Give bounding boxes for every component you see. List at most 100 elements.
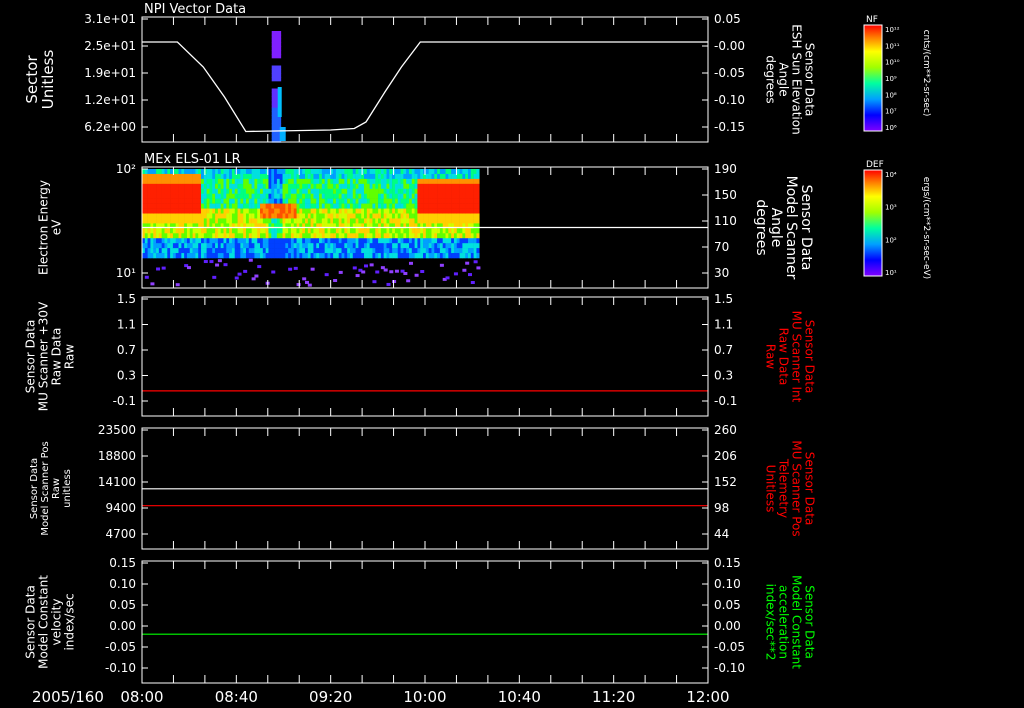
heatmap-cell [262, 233, 266, 239]
heatmap-cell [445, 213, 449, 219]
heatmap-cell [369, 198, 373, 204]
heatmap-cell [206, 203, 210, 209]
y-tick-label: 14100 [98, 475, 136, 489]
heatmap-cell [330, 218, 334, 224]
heatmap-cell [288, 188, 292, 195]
heatmap-cell [229, 193, 233, 199]
heatmap-cell [361, 218, 365, 224]
heatmap-cell [229, 208, 233, 214]
heatmap-cell [462, 169, 466, 175]
heatmap-cell [369, 253, 373, 259]
heatmap-cell [378, 203, 382, 209]
heatmap-cell [156, 253, 160, 259]
heatmap-cell [431, 213, 435, 219]
heatmap-cell [369, 228, 373, 234]
heatmap-cell [453, 183, 458, 190]
heatmap-cell [305, 228, 309, 234]
colorbar-tick-label: 10⁴ [885, 171, 897, 179]
heatmap-cell [307, 198, 311, 204]
heatmap-cell [386, 213, 390, 219]
heatmap-cell [161, 173, 165, 180]
heatmap-cell [262, 198, 266, 204]
heatmap-cell [240, 193, 244, 199]
heatmap-cell [307, 228, 311, 234]
heatmap-cell [358, 243, 362, 249]
heatmap-cell [223, 243, 227, 249]
heatmap-cell [156, 188, 160, 195]
heatmap-cell [442, 208, 446, 214]
heatmap-cell [423, 238, 427, 244]
heatmap-cell [414, 203, 418, 209]
heatmap-cell [324, 198, 328, 204]
heatmap-cell [307, 253, 311, 259]
heatmap-cell [459, 169, 463, 175]
heatmap-cell [251, 213, 255, 219]
heatmap-cell [417, 248, 421, 254]
heatmap-cell [394, 188, 399, 195]
heatmap-cell [184, 183, 188, 190]
heatmap-cell [189, 238, 193, 244]
heatmap-cell [420, 208, 424, 214]
heatmap-cell [439, 169, 444, 175]
heatmap-cell [276, 178, 281, 185]
axis-label: Sensor Data [803, 43, 817, 117]
heatmap-cell [237, 272, 242, 276]
heatmap-cell [408, 228, 413, 234]
heatmap-cell [206, 188, 210, 195]
heatmap-cell [358, 193, 362, 199]
heatmap-cell [313, 253, 317, 259]
heatmap-cell [310, 228, 314, 234]
heatmap-cell [293, 169, 297, 175]
heatmap-cell [448, 208, 452, 214]
heatmap-cell [330, 208, 334, 214]
heatmap-cell [327, 248, 331, 254]
heatmap-cell [248, 173, 252, 180]
heatmap-cell [423, 208, 427, 214]
heatmap-cell [170, 193, 174, 199]
heatmap-cell [195, 178, 199, 185]
heatmap-cell [372, 248, 376, 254]
heatmap-cell [290, 178, 295, 185]
heatmap-cell [425, 183, 429, 190]
heatmap-cell [240, 213, 244, 219]
heatmap-cell [358, 238, 362, 244]
heatmap-cell [361, 213, 365, 219]
heatmap-cell [220, 188, 224, 195]
heatmap-cell [223, 213, 227, 219]
heatmap-cell [456, 248, 460, 254]
heatmap-cell [231, 178, 236, 185]
heatmap-cell [302, 213, 306, 219]
heatmap-cell [349, 208, 354, 214]
heatmap-cell [215, 248, 219, 254]
heatmap-cell [226, 193, 230, 199]
heatmap-cell [305, 203, 309, 209]
heatmap-cell [431, 218, 435, 224]
heatmap-cell [369, 188, 373, 195]
heatmap-cell [296, 248, 300, 254]
heatmap-cell [260, 193, 264, 199]
heatmap-cell [198, 193, 202, 199]
heatmap-cell [347, 233, 351, 239]
heatmap-cell [372, 243, 376, 249]
heatmap-cell [150, 218, 154, 224]
heatmap-cell [257, 169, 261, 175]
heatmap-cell [335, 213, 340, 219]
heatmap-cell [375, 248, 379, 254]
heatmap-cell [251, 233, 255, 239]
heatmap-cell [296, 253, 300, 259]
heatmap-cell [335, 173, 340, 180]
heatmap-cell [285, 169, 289, 175]
heatmap-cell [408, 193, 413, 199]
heatmap-cell [251, 248, 255, 254]
heatmap-cell [285, 203, 289, 209]
heatmap-cell [338, 173, 342, 180]
heatmap-cell [468, 273, 473, 277]
heatmap-cell [164, 238, 168, 244]
heatmap-cell [251, 218, 255, 224]
heatmap-cell [400, 213, 404, 219]
heatmap-cell [260, 178, 264, 185]
heatmap-cell [372, 188, 376, 195]
heatmap-cell [428, 173, 432, 180]
heatmap-cell [380, 193, 384, 199]
heatmap-cell [417, 233, 421, 239]
